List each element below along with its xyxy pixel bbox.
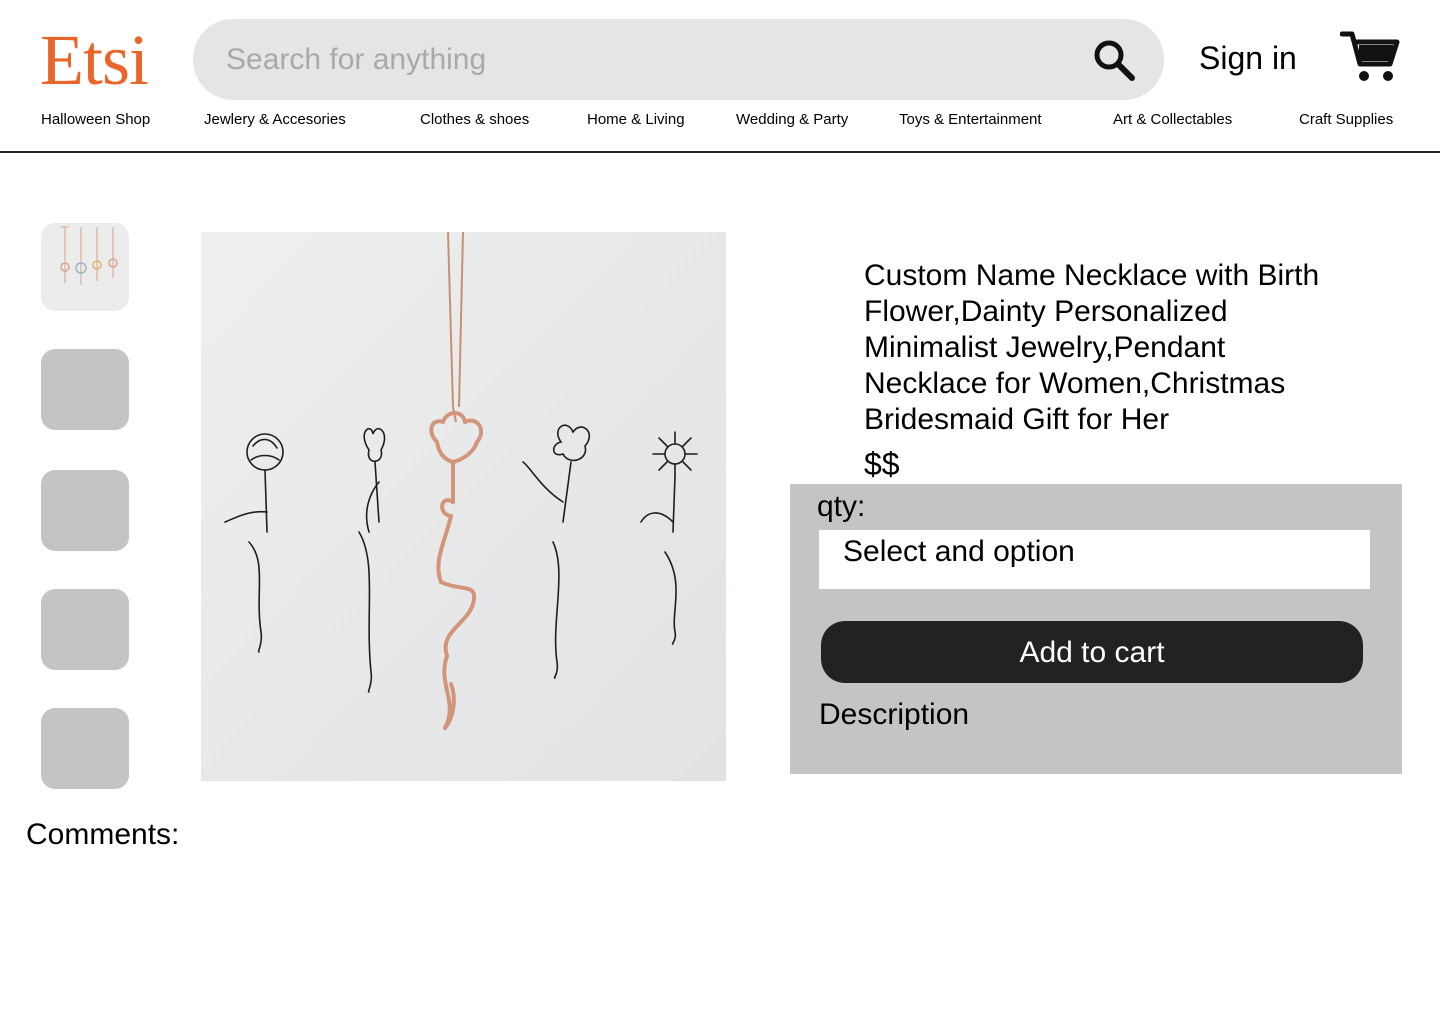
nav-item-halloween-shop[interactable]: Halloween Shop (41, 110, 150, 130)
thumbnail-image-5[interactable] (41, 708, 129, 789)
qty-label: qty: (817, 490, 866, 523)
nav-item-craft-supplies[interactable]: Craft Supplies (1299, 110, 1393, 130)
purchase-panel: qty: Select and option Add to cart Descr… (790, 484, 1402, 774)
search-icon[interactable] (1093, 39, 1135, 81)
search-bar (193, 19, 1164, 100)
product-main-image (201, 232, 726, 781)
nav-item-jewelry-accessories[interactable]: Jewlery & Accesories (204, 110, 346, 130)
qty-select[interactable]: Select and option (819, 530, 1370, 589)
site-logo[interactable]: Etsi (40, 20, 149, 100)
sign-in-link[interactable]: Sign in (1199, 36, 1297, 80)
search-input[interactable] (224, 41, 1054, 78)
nav-item-toys-entertainment[interactable]: Toys & Entertainment (899, 110, 1042, 130)
nav-item-art-collectables[interactable]: Art & Collectables (1113, 110, 1232, 130)
product-price: $$ (864, 446, 900, 482)
nav-item-wedding-party[interactable]: Wedding & Party (736, 110, 848, 130)
description-label: Description (819, 698, 970, 731)
thumbnail-image-4[interactable] (41, 589, 129, 670)
thumbnail-image-1[interactable] (41, 223, 129, 311)
comments-label: Comments: (26, 818, 180, 851)
nav-item-clothes-shoes[interactable]: Clothes & shoes (420, 110, 529, 130)
add-to-cart-button[interactable]: Add to cart (821, 621, 1363, 683)
thumbnail-image-3[interactable] (41, 470, 129, 551)
nav-item-home-living[interactable]: Home & Living (587, 110, 685, 130)
header-divider (0, 151, 1440, 153)
cart-icon[interactable] (1340, 28, 1400, 84)
thumbnail-image-2[interactable] (41, 349, 129, 430)
product-title: Custom Name Necklace with Birth Flower,D… (864, 259, 1320, 436)
